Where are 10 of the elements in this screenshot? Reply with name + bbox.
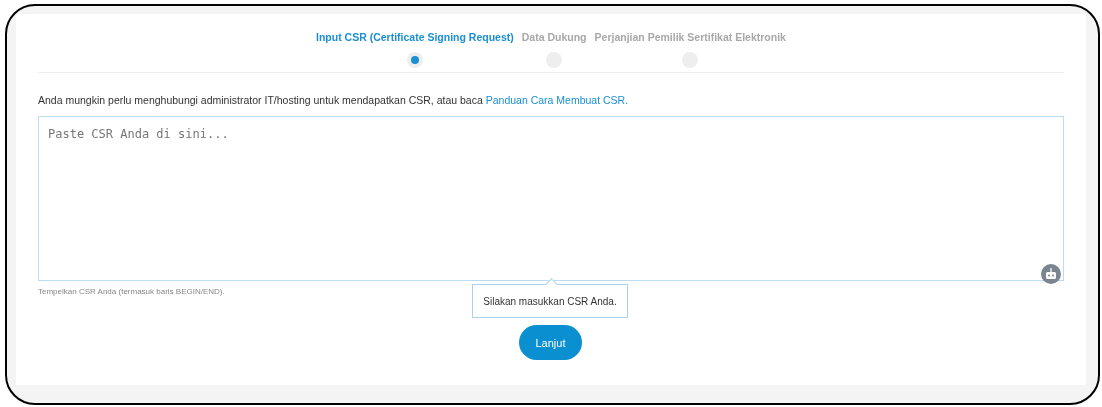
- step-label[interactable]: Data Dukung: [521, 26, 587, 48]
- tooltip: Silakan masukkan CSR Anda.: [472, 278, 628, 318]
- help-text: Tempelkan CSR Anda (termasuk baris BEGIN/END).: [38, 287, 226, 296]
- step-label[interactable]: Perjanjian Pemilik Sertifikat Elektronik: [594, 26, 786, 48]
- robot-icon[interactable]: [1041, 264, 1061, 284]
- next-button[interactable]: Lanjut: [519, 325, 582, 360]
- guide-link[interactable]: Panduan Cara Membuat CSR.: [485, 94, 629, 106]
- csr-field[interactable]: Paste CSR Anda di sini...: [38, 116, 1064, 281]
- step-label[interactable]: Input CSR (Certificate Signing Request): [316, 26, 514, 48]
- intro-text: Anda mungkin perlu menghubungi administrator IT/hosting untuk mendapatkan CSR, atau baca Panduan Cara Membuat CSR.: [38, 94, 630, 106]
